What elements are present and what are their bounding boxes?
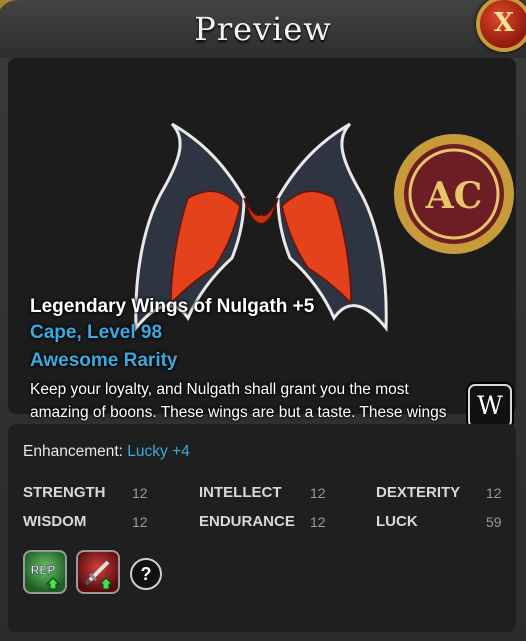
preview-window: Preview X AC Legendary Wings of Nulgath … bbox=[0, 0, 526, 641]
item-name: Legendary Wings of Nulgath +5 bbox=[30, 296, 315, 317]
enhancement-label: Enhancement: bbox=[23, 443, 123, 460]
stat-intellect-name: INTELLECT bbox=[199, 484, 282, 501]
wiki-button[interactable]: W bbox=[468, 384, 512, 428]
enhancement-row: Enhancement: Lucky +4 bbox=[23, 443, 190, 461]
item-preview-panel: AC Legendary Wings of Nulgath +5 Cape, L… bbox=[8, 58, 516, 472]
wings-image bbox=[134, 122, 388, 333]
title-bar: Preview bbox=[0, 0, 526, 58]
stat-intellect-value: 12 bbox=[310, 485, 326, 501]
ac-emblem: AC bbox=[394, 134, 514, 254]
rep-boost-icon[interactable]: REP bbox=[23, 550, 67, 594]
stat-dexterity-name: DEXTERITY bbox=[376, 484, 461, 501]
emblem-text: AC bbox=[425, 175, 483, 217]
stat-luck-name: LUCK bbox=[376, 513, 418, 530]
stat-luck-value: 59 bbox=[486, 514, 502, 530]
stat-wisdom-name: WISDOM bbox=[23, 513, 87, 530]
item-type-level: Cape, Level 98 bbox=[30, 322, 163, 343]
sword-icon bbox=[84, 560, 114, 590]
rep-arrow-icon: REP bbox=[30, 563, 61, 590]
stat-strength-name: STRENGTH bbox=[23, 484, 106, 501]
stat-endurance-name: ENDURANCE bbox=[199, 513, 295, 530]
stat-dexterity-value: 12 bbox=[486, 485, 502, 501]
stat-wisdom-value: 12 bbox=[132, 514, 148, 530]
damage-boost-icon[interactable] bbox=[76, 550, 120, 594]
window-title: Preview bbox=[194, 10, 332, 48]
stat-strength-value: 12 bbox=[132, 485, 148, 501]
item-rarity: Awesome Rarity bbox=[30, 350, 178, 371]
help-button[interactable]: ? bbox=[130, 558, 162, 590]
enhancement-value: Lucky +4 bbox=[127, 443, 190, 460]
stats-panel: Enhancement: Lucky +4 STRENGTH 12 INTELL… bbox=[8, 424, 516, 632]
stat-endurance-value: 12 bbox=[310, 514, 326, 530]
rep-label: REP bbox=[31, 563, 56, 577]
